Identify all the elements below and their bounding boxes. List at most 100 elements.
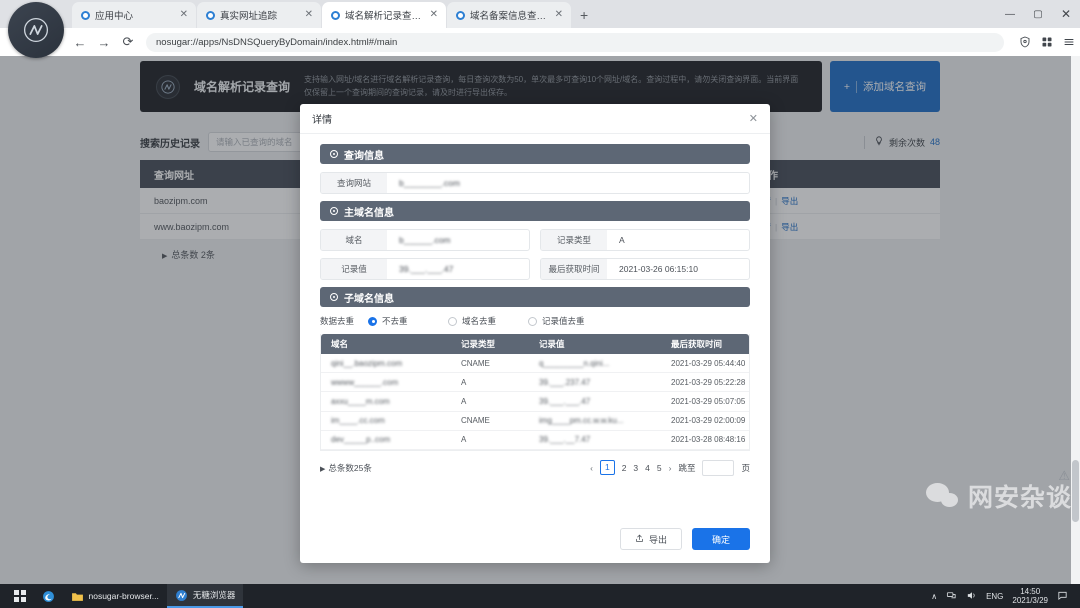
radio-icon xyxy=(528,316,538,326)
notification-icon[interactable] xyxy=(1057,590,1068,603)
dedup-label: 数据去重 xyxy=(320,316,355,326)
taskbar-item-folder[interactable]: nosugar-browser... xyxy=(63,584,167,608)
tab-strip: 应用中心 ✕ 真实网址追踪 ✕ 域名解析记录查询工具 ✕ 域名备案信息查询工具 … xyxy=(72,0,597,28)
tab-favicon-icon xyxy=(456,10,465,20)
cell-time: 2021-03-29 02:00:09 xyxy=(671,416,746,426)
tray-chevron-icon[interactable]: ∧ xyxy=(931,592,937,601)
tab-label: 应用中心 xyxy=(95,11,134,22)
browser-tab-2[interactable]: 域名解析记录查询工具 ✕ xyxy=(322,2,446,28)
table-row[interactable]: axxu____m.com A 39.___.___.47 2021-03-29… xyxy=(321,392,749,412)
page-scrollbar[interactable] xyxy=(1071,56,1080,584)
browser-tab-1[interactable]: 真实网址追踪 ✕ xyxy=(197,2,321,28)
cell-type: A xyxy=(461,396,467,406)
windows-logo-icon xyxy=(14,590,26,602)
start-button[interactable] xyxy=(6,584,34,608)
caret-right-icon: ▶ xyxy=(320,465,326,473)
pagination-next[interactable]: › xyxy=(669,463,672,473)
cell-domain: qini__.baozipm.com xyxy=(331,358,403,368)
browser-logo-icon xyxy=(8,2,64,58)
tab-favicon-icon xyxy=(81,10,90,20)
new-tab-button[interactable]: + xyxy=(571,2,597,28)
close-icon[interactable]: ✕ xyxy=(749,112,758,125)
modal-header: 详情 ✕ xyxy=(300,104,770,134)
radio-domain-dedup[interactable]: 域名去重 xyxy=(448,315,528,327)
network-icon[interactable] xyxy=(946,590,957,603)
taskbar-item-nosugar-browser[interactable]: 无糖浏览器 xyxy=(166,584,244,608)
confirm-button[interactable]: 确定 xyxy=(691,528,750,550)
language-indicator[interactable]: ENG xyxy=(986,592,1003,601)
cell-type: CNAME xyxy=(461,358,490,368)
cell-value: 39.___.___.47 xyxy=(539,396,591,406)
export-button[interactable]: 导出 xyxy=(619,528,682,550)
cell-type: A xyxy=(461,377,467,387)
field-last-fetch-time: 最后获取时间 2021-03-26 06:15:10 xyxy=(540,258,750,280)
main-domain-row-2: 记录值 39.___.___.47 最后获取时间 2021-03-26 06:1… xyxy=(320,258,750,280)
pagination-controls: ‹ 1 2 3 4 5 › 跳至 页 xyxy=(590,459,750,476)
volume-icon[interactable] xyxy=(966,590,977,603)
table-row[interactable]: im____.cc.com CNAME img____pm.cc.w.w.ku.… xyxy=(321,411,749,431)
column-header-type: 记录类型 xyxy=(461,339,496,349)
forward-icon[interactable]: → xyxy=(92,30,116,54)
field-record-type: 记录类型 A xyxy=(540,229,750,251)
taskbar: nosugar-browser... 无糖浏览器 ∧ ENG 14:50 202… xyxy=(0,584,1080,608)
subdomain-total: ▶ 总条数25条 xyxy=(320,462,372,474)
field-value: b______.com xyxy=(399,235,451,245)
scrollbar-thumb[interactable] xyxy=(1072,460,1079,522)
window-minimize-button[interactable]: — xyxy=(996,0,1024,28)
target-icon xyxy=(330,150,338,158)
address-text: nosugar://apps/NsDNSQueryByDomain/index.… xyxy=(156,36,398,48)
field-label: 记录类型 xyxy=(541,230,607,250)
radio-no-dedup[interactable]: 不去重 xyxy=(368,315,448,327)
taskbar-item-edge[interactable] xyxy=(34,584,63,608)
pagination-page-4[interactable]: 4 xyxy=(645,463,650,473)
taskbar-item-label: nosugar-browser... xyxy=(88,591,159,601)
modal-title: 详情 xyxy=(312,115,332,126)
cell-domain: axxu____m.com xyxy=(331,396,390,406)
section-title: 主域名信息 xyxy=(344,207,394,219)
pagination-page-2[interactable]: 2 xyxy=(622,463,627,473)
field-value: b________.com xyxy=(399,178,460,188)
pagination-page-3[interactable]: 3 xyxy=(633,463,638,473)
menu-icon[interactable] xyxy=(1058,31,1080,53)
pagination-page-1[interactable]: 1 xyxy=(599,460,615,476)
cell-value: 39.___.237.47 xyxy=(539,377,591,387)
field-value: A xyxy=(619,235,625,245)
shield-icon[interactable] xyxy=(1014,31,1036,53)
browser-tab-3[interactable]: 域名备案信息查询工具 ✕ xyxy=(447,2,571,28)
screen: 应用中心 ✕ 真实网址追踪 ✕ 域名解析记录查询工具 ✕ 域名备案信息查询工具 … xyxy=(0,0,1080,608)
browser-tab-0[interactable]: 应用中心 ✕ xyxy=(72,2,196,28)
window-maximize-button[interactable]: ▢ xyxy=(1024,0,1052,28)
window-controls: — ▢ ✕ xyxy=(996,0,1080,28)
tab-close-icon[interactable]: ✕ xyxy=(178,10,190,20)
tab-close-icon[interactable]: ✕ xyxy=(553,10,565,20)
folder-icon xyxy=(71,590,84,603)
cell-time: 2021-03-29 05:44:40 xyxy=(671,358,746,368)
field-value: 2021-03-26 06:15:10 xyxy=(619,264,698,274)
back-icon[interactable]: ← xyxy=(68,30,92,54)
address-bar[interactable]: nosugar://apps/NsDNSQueryByDomain/index.… xyxy=(146,32,1004,52)
apps-grid-icon[interactable] xyxy=(1036,31,1058,53)
pagination-page-5[interactable]: 5 xyxy=(657,463,662,473)
tab-label: 真实网址追踪 xyxy=(220,11,278,22)
radio-label: 不去重 xyxy=(382,316,408,326)
clock-date: 2021/3/29 xyxy=(1012,596,1048,605)
clock[interactable]: 14:50 2021/3/29 xyxy=(1012,587,1048,605)
modal-body: 查询信息 查询网站 b________.com 主域名信息 域名 b______… xyxy=(300,134,770,521)
tab-close-icon[interactable]: ✕ xyxy=(428,10,440,20)
window-close-button[interactable]: ✕ xyxy=(1052,0,1080,28)
warning-icon[interactable]: ⚠ xyxy=(1058,468,1070,484)
pagination-prev[interactable]: ‹ xyxy=(590,463,593,473)
radio-label: 记录值去重 xyxy=(542,316,585,326)
table-row[interactable]: wwww______.com A 39.___.237.47 2021-03-2… xyxy=(321,373,749,393)
cell-type: CNAME xyxy=(461,416,490,426)
reload-icon[interactable]: ⟳ xyxy=(116,30,140,54)
tab-close-icon[interactable]: ✕ xyxy=(303,10,315,20)
table-row[interactable]: dev_____p..com A 39.___.__7.47 2021-03-2… xyxy=(321,430,749,450)
radio-value-dedup[interactable]: 记录值去重 xyxy=(528,315,608,327)
field-value: 39.___.___.47 xyxy=(399,264,454,274)
tab-favicon-icon xyxy=(206,10,215,20)
subdomain-table-header: 域名 记录类型 记录值 最后获取时间 xyxy=(321,334,749,354)
column-header-domain: 域名 xyxy=(331,339,349,349)
table-row[interactable]: qini__.baozipm.com CNAME q_________n.qin… xyxy=(321,354,749,374)
jump-page-input[interactable] xyxy=(702,459,735,476)
